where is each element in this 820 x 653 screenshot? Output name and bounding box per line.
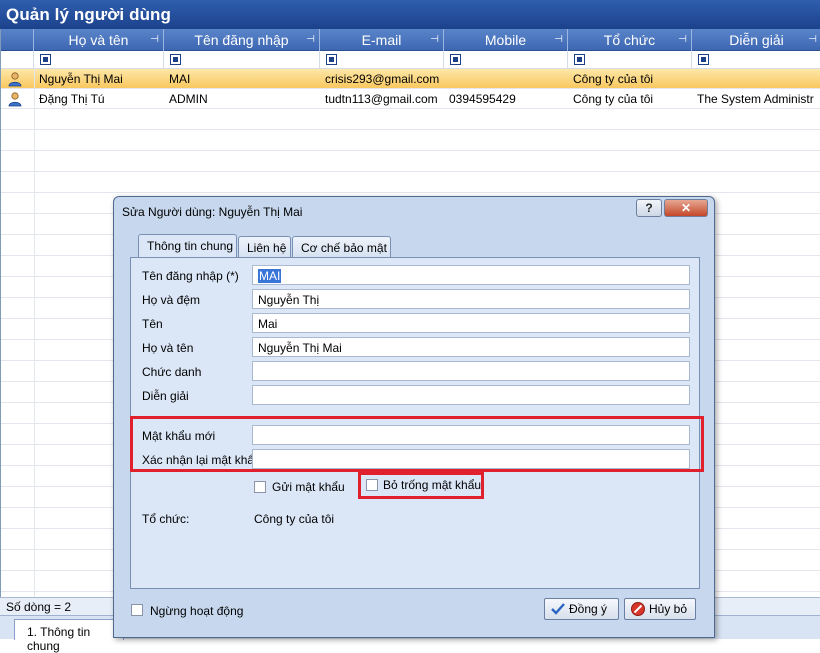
- send-password-label: Gửi mật khẩu: [272, 480, 345, 494]
- ok-button[interactable]: Đồng ý: [544, 598, 619, 620]
- filter-toggle-org[interactable]: [574, 54, 585, 65]
- pin-icon[interactable]: ⊣: [150, 34, 159, 45]
- pin-icon[interactable]: ⊣: [430, 34, 439, 45]
- username-input[interactable]: MAI: [252, 265, 690, 285]
- app-title: Quản lý người dùng: [0, 0, 820, 29]
- grid-header: Họ và tên ⊣ Tên đăng nhập ⊣ E-mail ⊣ Mobile…: [1, 29, 820, 51]
- tab-general[interactable]: Thông tin chung: [138, 234, 237, 257]
- bottom-tab-general[interactable]: 1. Thông tin chung: [14, 619, 124, 653]
- col-header-fullname[interactable]: Họ và tên ⊣: [34, 29, 164, 51]
- col-header-mobile[interactable]: Mobile ⊣: [444, 29, 568, 51]
- lastname-label: Họ và đệm: [142, 293, 201, 307]
- tab-contact[interactable]: Liên hệ: [238, 236, 291, 257]
- filter-toggle-email[interactable]: [326, 54, 337, 65]
- filter-toggle-fullname[interactable]: [40, 54, 51, 65]
- job-title-input[interactable]: [252, 361, 690, 381]
- blank-password-checkbox[interactable]: [366, 479, 378, 491]
- pin-icon[interactable]: ⊣: [808, 34, 817, 45]
- pin-icon[interactable]: ⊣: [306, 34, 315, 45]
- col-header-desc[interactable]: Diễn giải ⊣: [692, 29, 820, 51]
- edit-user-dialog: Sửa Người dùng: Nguyễn Thị Mai ? ✕ Thông…: [113, 196, 715, 638]
- dialog-title: Sửa Người dùng: Nguyễn Thị Mai: [122, 205, 303, 219]
- table-row[interactable]: Đặng Thị Tú ADMIN tudtn113@gmail.com 039…: [1, 89, 820, 109]
- table-row[interactable]: Nguyễn Thị Mai MAI crisis293@gmail.com C…: [1, 69, 820, 89]
- job-title-label: Chức danh: [142, 365, 202, 379]
- header-icon-col: [1, 29, 34, 51]
- fullname-input[interactable]: Nguyễn Thị Mai: [252, 337, 690, 357]
- firstname-label: Tên: [142, 317, 163, 331]
- col-header-org[interactable]: Tổ chức ⊣: [568, 29, 692, 51]
- filter-toggle-desc[interactable]: [698, 54, 709, 65]
- description-label: Diễn giải: [142, 389, 189, 403]
- lastname-input[interactable]: Nguyễn Thị: [252, 289, 690, 309]
- user-icon: [8, 92, 22, 107]
- username-label: Tên đăng nhập (*): [142, 269, 239, 283]
- password-highlight-box: [130, 416, 704, 472]
- filter-toggle-mobile[interactable]: [450, 54, 461, 65]
- cancel-button[interactable]: Hủy bỏ: [624, 598, 696, 620]
- org-value: Công ty của tôi: [254, 512, 335, 526]
- filter-row: [1, 51, 820, 69]
- cancel-icon: [631, 602, 645, 616]
- org-label: Tổ chức:: [142, 512, 190, 526]
- filter-toggle-username[interactable]: [170, 54, 181, 65]
- fullname-label: Họ và tên: [142, 341, 194, 355]
- col-header-email[interactable]: E-mail ⊣: [320, 29, 444, 51]
- blank-password-label: Bỏ trống mật khẩu: [383, 478, 482, 492]
- description-input[interactable]: [252, 385, 690, 405]
- general-info-panel: Tên đăng nhập (*) MAI Họ và đệm Nguyễn T…: [130, 257, 704, 589]
- pin-icon[interactable]: ⊣: [678, 34, 687, 45]
- close-button[interactable]: ✕: [664, 199, 708, 217]
- send-password-checkbox[interactable]: [254, 481, 266, 493]
- checkmark-icon: [551, 603, 565, 615]
- firstname-input[interactable]: Mai: [252, 313, 690, 333]
- user-icon: [8, 72, 22, 87]
- col-header-username[interactable]: Tên đăng nhập ⊣: [164, 29, 320, 51]
- pin-icon[interactable]: ⊣: [554, 34, 563, 45]
- help-button[interactable]: ?: [636, 199, 662, 217]
- tab-security[interactable]: Cơ chế bảo mật: [292, 236, 391, 257]
- inactive-label: Ngừng hoạt động: [150, 604, 244, 618]
- inactive-checkbox[interactable]: [131, 604, 143, 616]
